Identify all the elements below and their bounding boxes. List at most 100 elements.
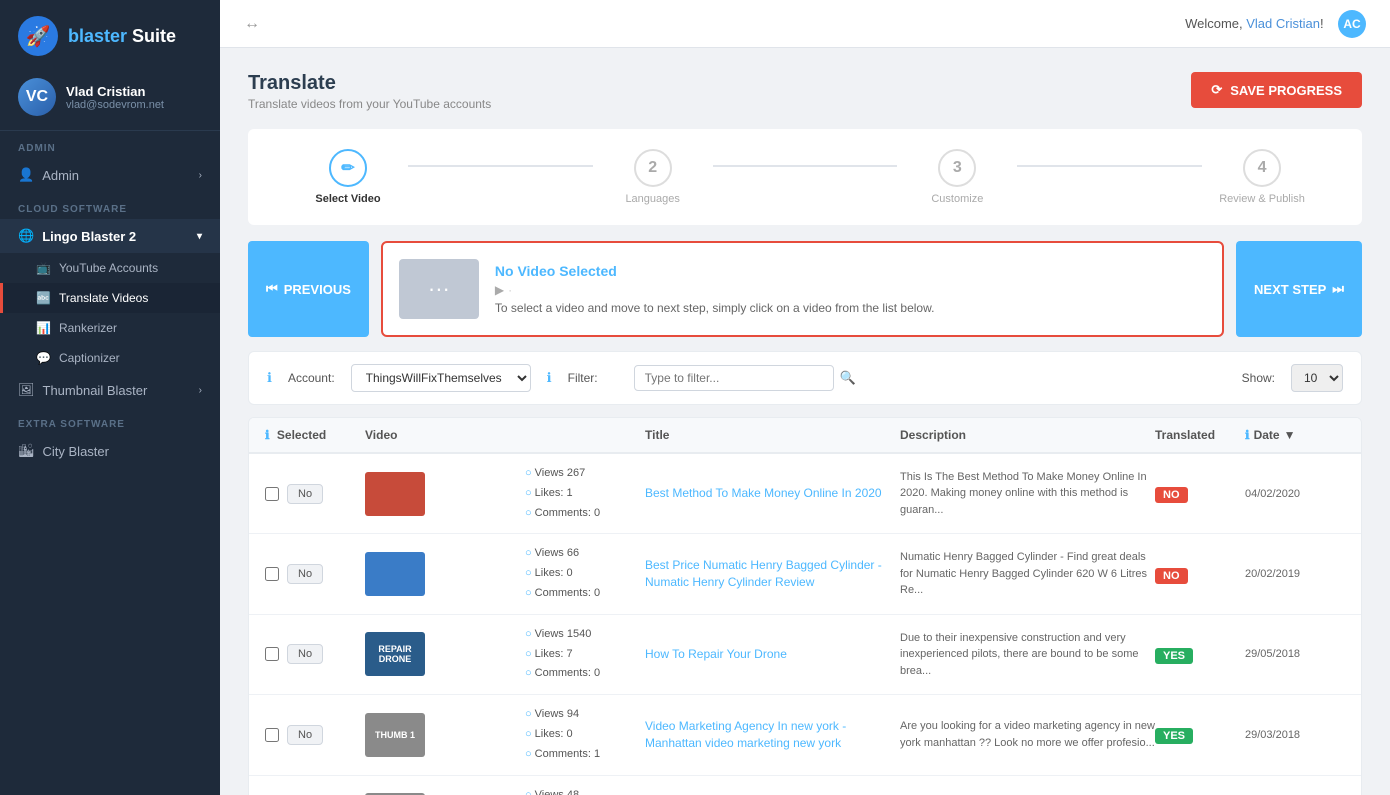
th-translated: Translated (1155, 428, 1245, 442)
filter-icon: ℹ (547, 370, 552, 386)
cell-video: REPAIR DRONE (365, 632, 525, 676)
wizard-step-4: 4 Review & Publish (1202, 149, 1322, 205)
cell-date: 29/03/2018 (1245, 729, 1345, 741)
table-body: No ○Views 267 ○Likes: 1 ○Comments: 0 Bes… (249, 454, 1361, 795)
no-button[interactable]: No (287, 725, 323, 745)
th-stats (525, 428, 645, 442)
video-play-row: ▶ · (495, 283, 1206, 297)
table-row: No THUMB 1 ○Views 48 ○Likes: 0 ○Comments… (249, 776, 1361, 795)
cell-title: How To Repair Your Drone (645, 646, 900, 663)
no-button[interactable]: No (287, 564, 323, 584)
cell-video: THUMB 1 (365, 713, 525, 757)
prev-icon: ⏮ (266, 281, 278, 297)
th-date: ℹ Date ▼ (1245, 428, 1345, 442)
video-thumb[interactable]: REPAIR DRONE (365, 632, 425, 676)
cell-translated: YES (1155, 647, 1245, 662)
sidebar-item-captionizer[interactable]: 💬 Captionizer (0, 343, 220, 373)
captionizer-icon: 💬 (36, 351, 51, 365)
previous-button[interactable]: ⏮ PREVIOUS (248, 241, 369, 337)
no-button[interactable]: No (287, 484, 323, 504)
video-hint-text: To select a video and move to next step,… (495, 301, 1206, 315)
cell-date: 29/05/2018 (1245, 648, 1345, 660)
row-checkbox[interactable] (265, 567, 279, 581)
wizard-label-3: Customize (931, 193, 983, 205)
account-select[interactable]: ThingsWillFixThemselves (351, 364, 531, 392)
video-thumb[interactable] (365, 552, 425, 596)
table-header: ℹ Selected Video Title Description Trans… (249, 418, 1361, 454)
sidebar-item-thumbnail-blaster[interactable]: 🖼 Thumbnail Blaster › (0, 373, 220, 407)
show-select[interactable]: 10 (1291, 364, 1343, 392)
row-checkbox[interactable] (265, 487, 279, 501)
sidebar-item-admin[interactable]: 👤 Admin › (0, 158, 220, 192)
topbar: ↔ Welcome, Vlad Cristian! AC (220, 0, 1390, 48)
sidebar-item-rankerizer[interactable]: 📊 Rankerizer (0, 313, 220, 343)
lingo-blaster-group[interactable]: 🌐 Lingo Blaster 2 ▾ (0, 219, 220, 253)
row-checkbox[interactable] (265, 728, 279, 742)
lingo-icon: 🌐 (18, 228, 34, 244)
translated-badge: NO (1155, 568, 1188, 584)
th-icon-selected: ℹ (265, 428, 270, 442)
th-icon-date: ℹ (1245, 428, 1250, 442)
next-step-button[interactable]: NEXT STEP ⏭ (1236, 241, 1362, 337)
cell-description: Are you looking for a video marketing ag… (900, 718, 1155, 751)
video-table: ℹ Selected Video Title Description Trans… (248, 417, 1362, 795)
cell-title: Best Price Numatic Henry Bagged Cylinder… (645, 557, 900, 591)
row-checkbox[interactable] (265, 647, 279, 661)
cell-selected: No (265, 725, 365, 745)
cell-description: This Is The Best Method To Make Money On… (900, 469, 1155, 519)
cell-stats: ○Views 1540 ○Likes: 7 ○Comments: 0 (525, 625, 645, 684)
cell-stats: ○Views 267 ○Likes: 1 ○Comments: 0 (525, 464, 645, 523)
admin-section-label: ADMIN (0, 131, 220, 158)
wizard-label-4: Review & Publish (1219, 193, 1305, 205)
show-label: Show: (1242, 371, 1275, 385)
th-title: Title (645, 428, 900, 442)
sidebar-item-translate-videos[interactable]: 🔤 Translate Videos (0, 283, 220, 313)
cell-date: 04/02/2020 (1245, 488, 1345, 500)
cell-stats: ○Views 94 ○Likes: 0 ○Comments: 1 (525, 705, 645, 764)
video-title-link[interactable]: Best Price Numatic Henry Bagged Cylinder… (645, 558, 882, 589)
filter-label: Filter: (568, 371, 598, 385)
sidebar-item-youtube-accounts[interactable]: 📺 YouTube Accounts (0, 253, 220, 283)
topbar-avatar: AC (1338, 10, 1366, 38)
cell-stats: ○Views 66 ○Likes: 0 ○Comments: 0 (525, 544, 645, 603)
wizard-step-2: 2 Languages (593, 149, 713, 205)
cell-translated: YES (1155, 727, 1245, 742)
filter-bar: ℹ Account: ThingsWillFixThemselves ℹ Fil… (248, 351, 1362, 405)
play-icon: ▶ (495, 283, 504, 297)
no-button[interactable]: No (287, 644, 323, 664)
topbar-welcome: Welcome, Vlad Cristian! AC (1185, 10, 1366, 38)
youtube-icon: 📺 (36, 261, 51, 275)
nav-arrows[interactable]: ↔ (244, 15, 260, 33)
wizard-step-1: ✏ Select Video (288, 149, 408, 205)
user-info: Vlad Cristian vlad@sodevrom.net (66, 84, 164, 111)
cell-title: Video Marketing Agency In new york - Man… (645, 718, 900, 752)
save-progress-button[interactable]: ⟳ SAVE PROGRESS (1191, 72, 1362, 108)
topbar-nav: ↔ (244, 15, 260, 33)
video-select-box: ··· No Video Selected ▶ · To select a vi… (381, 241, 1224, 337)
filter-search: 🔍 (634, 365, 856, 391)
logo-text: blaster Suite (68, 26, 176, 47)
video-title-link[interactable]: How To Repair Your Drone (645, 647, 787, 661)
video-thumb[interactable] (365, 472, 425, 516)
sort-icon[interactable]: ▼ (1284, 428, 1296, 442)
filter-input[interactable] (634, 365, 834, 391)
sidebar-item-city-blaster[interactable]: 🏙 City Blaster (0, 434, 220, 468)
video-title-link[interactable]: Video Marketing Agency In new york - Man… (645, 719, 846, 750)
thumbnail-icon: 🖼 (18, 382, 35, 398)
cell-video (365, 552, 525, 596)
video-thumb[interactable]: THUMB 1 (365, 713, 425, 757)
wizard-line-2 (713, 165, 898, 167)
cell-stats: ○Views 48 ○Likes: 0 ○Comments: 0 (525, 786, 645, 795)
translated-badge: NO (1155, 487, 1188, 503)
account-label: Account: (288, 371, 335, 385)
cell-description: Numatic Henry Bagged Cylinder - Find gre… (900, 549, 1155, 599)
wizard-steps: ✏ Select Video 2 Languages 3 Customize 4… (248, 129, 1362, 225)
table-row: No THUMB 1 ○Views 94 ○Likes: 0 ○Comments… (249, 695, 1361, 775)
th-video: Video (365, 428, 525, 442)
wizard-label-1: Select Video (315, 193, 380, 205)
search-icon: 🔍 (840, 370, 856, 386)
wizard-circle-2: 2 (634, 149, 672, 187)
wizard-line-3 (1017, 165, 1202, 167)
table-row: No ○Views 267 ○Likes: 1 ○Comments: 0 Bes… (249, 454, 1361, 534)
video-title-link[interactable]: Best Method To Make Money Online In 2020 (645, 486, 882, 500)
